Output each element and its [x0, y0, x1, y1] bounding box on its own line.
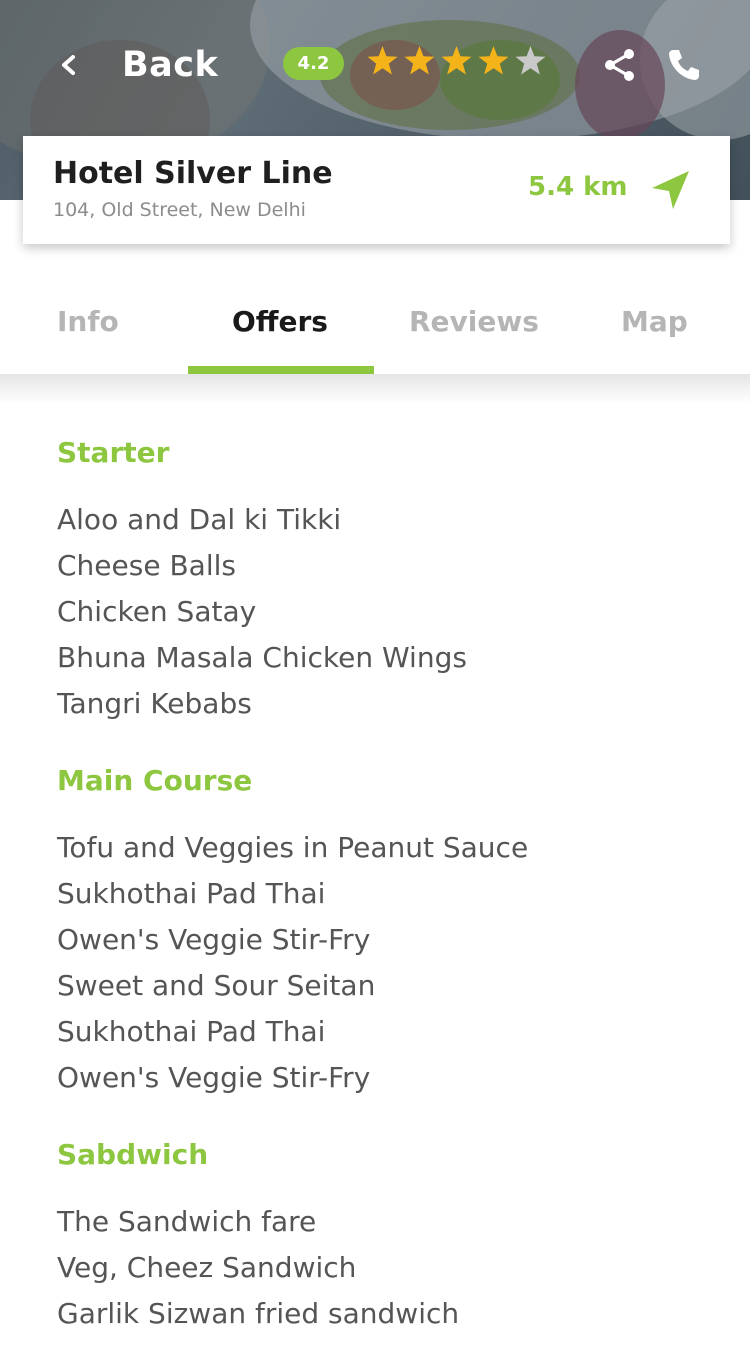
chevron-left-icon	[52, 48, 86, 82]
menu-item: Tofu and Veggies in Peanut Sauce	[57, 831, 529, 864]
menu-item: Sukhothai Pad Thai	[57, 877, 326, 910]
star-filled-icon	[440, 44, 473, 78]
hotel-name: Hotel Silver Line	[53, 156, 333, 191]
star-empty-icon	[514, 44, 547, 78]
menu-item: Aloo and Dal ki Tikki	[57, 503, 342, 536]
menu-item: Veg, Cheez Sandwich	[57, 1251, 357, 1284]
menu-item: Tangri Kebabs	[57, 687, 252, 720]
active-tab-indicator	[188, 366, 374, 374]
star-rating	[366, 44, 551, 78]
navigate-button[interactable]	[649, 168, 693, 212]
menu-item: Bhuna Masala Chicken Wings	[57, 641, 467, 674]
hotel-address: 104, Old Street, New Delhi	[53, 199, 306, 221]
tab-map[interactable]: Map	[621, 305, 688, 338]
call-button[interactable]	[664, 45, 704, 85]
menu-item: Owen's Veggie Stir-Fry	[57, 923, 371, 956]
menu-item: Garlik Sizwan fried sandwich	[57, 1297, 460, 1330]
menu-list: Starter Aloo and Dal ki Tikki Cheese Bal…	[57, 433, 717, 1371]
back-button[interactable]: Back	[52, 40, 218, 90]
menu-item: Sukhothai Pad Thai	[57, 1015, 326, 1048]
tab-bar: Info Offers Reviews Map	[0, 285, 750, 374]
menu-section-sandwich: Sabdwich The Sandwich fare Veg, Cheez Sa…	[57, 1135, 717, 1337]
tab-bar-shadow	[0, 374, 750, 404]
tab-reviews[interactable]: Reviews	[409, 305, 539, 338]
menu-section-starter: Starter Aloo and Dal ki Tikki Cheese Bal…	[57, 433, 717, 727]
share-button[interactable]	[600, 45, 640, 85]
menu-section-main-course: Main Course Tofu and Veggies in Peanut S…	[57, 761, 717, 1101]
menu-item: Chicken Satay	[57, 595, 257, 628]
hotel-card: Hotel Silver Line 104, Old Street, New D…	[23, 136, 730, 244]
top-bar: Back 4.2	[0, 0, 750, 130]
section-title: Main Course	[57, 764, 253, 797]
distance-label: 5.4 km	[528, 172, 628, 202]
rating-badge: 4.2	[283, 47, 344, 80]
tab-offers[interactable]: Offers	[232, 305, 328, 338]
star-filled-icon	[366, 44, 399, 78]
menu-item: Sweet and Sour Seitan	[57, 969, 376, 1002]
section-title: Starter	[57, 436, 170, 469]
star-filled-icon	[403, 44, 436, 78]
section-title: Sabdwich	[57, 1138, 209, 1171]
menu-item: Owen's Veggie Stir-Fry	[57, 1061, 371, 1094]
phone-icon	[669, 50, 699, 80]
star-filled-icon	[477, 44, 510, 78]
navigation-arrow-icon	[652, 171, 689, 209]
menu-item: Cheese Balls	[57, 549, 236, 582]
tab-info[interactable]: Info	[57, 305, 119, 338]
menu-item: The Sandwich fare	[57, 1205, 317, 1238]
back-label: Back	[122, 45, 219, 85]
share-icon	[605, 49, 634, 81]
